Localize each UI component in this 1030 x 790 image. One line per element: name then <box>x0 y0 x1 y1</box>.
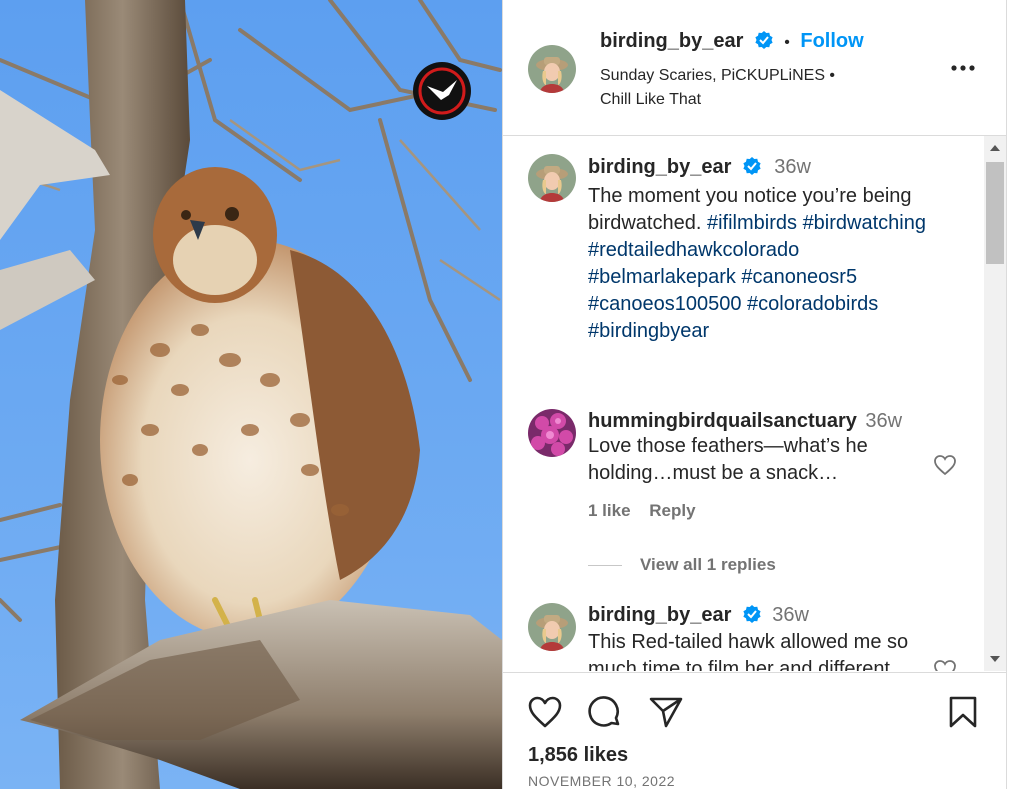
verified-badge-icon <box>742 604 762 629</box>
commenter-avatar[interactable] <box>528 603 576 651</box>
scroll-up-arrow-icon[interactable] <box>990 145 1000 151</box>
comment: hummingbirdquailsanctuary 36w Love those… <box>588 410 928 521</box>
likes-count[interactable]: 1,856 likes <box>528 744 628 767</box>
like-comment-icon[interactable] <box>933 454 957 481</box>
caption-username[interactable]: birding_by_ear <box>588 156 731 178</box>
share-icon[interactable] <box>648 695 684 734</box>
comment-age[interactable]: 36w <box>865 410 902 432</box>
separator-dot: • <box>784 34 790 51</box>
comment-username[interactable]: birding_by_ear <box>588 604 731 626</box>
scroll-down-arrow-icon[interactable] <box>990 656 1000 662</box>
scroll-thumb[interactable] <box>986 162 1004 264</box>
more-options-icon[interactable] <box>950 58 976 83</box>
comment-likes-count[interactable]: 1 like <box>588 501 631 520</box>
comment-text-line2: much time to film her and different <box>588 658 890 671</box>
post-username[interactable]: birding_by_ear <box>600 30 743 52</box>
comment: birding_by_ear 36w This Red-tailed hawk … <box>588 604 938 671</box>
like-comment-icon[interactable] <box>933 659 957 671</box>
comments-scrollbar[interactable] <box>984 136 1006 671</box>
hashtag[interactable]: #birdingbyear <box>588 320 709 342</box>
view-replies[interactable]: View all 1 replies <box>588 555 776 575</box>
verified-badge-icon <box>754 30 774 55</box>
hashtag[interactable]: #ifilmbirds <box>707 212 797 234</box>
comment-text-line2: holding…must be a snack… <box>588 462 839 484</box>
view-replies-label[interactable]: View all 1 replies <box>640 555 776 575</box>
hashtag[interactable]: #canoeos100500 <box>588 293 741 315</box>
caption: birding_by_ear 36w The moment you notice… <box>588 156 968 345</box>
hashtag[interactable]: #birdwatching <box>803 212 926 234</box>
replies-divider <box>588 564 622 566</box>
comment-icon[interactable] <box>587 695 623 736</box>
reply-button[interactable]: Reply <box>649 501 695 520</box>
commenter-avatar[interactable] <box>528 409 576 457</box>
caption-avatar[interactable] <box>528 154 576 202</box>
comment-username[interactable]: hummingbirdquailsanctuary <box>588 410 857 432</box>
comment-age[interactable]: 36w <box>772 604 809 626</box>
post-media[interactable] <box>0 0 502 789</box>
hashtag[interactable]: #coloradobirds <box>747 293 878 315</box>
avatar[interactable] <box>528 45 576 93</box>
audio-track-line2[interactable]: Chill Like That <box>600 88 835 112</box>
comments-list[interactable]: birding_by_ear 36w The moment you notice… <box>503 136 1006 671</box>
audio-track-line1[interactable]: Sunday Scaries, PiCKUPLiNES • <box>600 64 835 88</box>
comment-text-line1: Love those feathers—what’s he <box>588 435 868 457</box>
caption-age[interactable]: 36w <box>774 156 811 178</box>
verified-badge-icon <box>742 156 762 181</box>
post-date[interactable]: NOVEMBER 10, 2022 <box>528 773 675 789</box>
hashtag[interactable]: #canoneosr5 <box>741 266 857 288</box>
hashtag[interactable]: #redtailedhawkcolorado <box>588 239 799 261</box>
post-panel: birding_by_ear • Follow Sunday Scaries, … <box>502 0 1007 789</box>
ifilmbirds-logo <box>413 62 471 120</box>
heart-icon[interactable] <box>527 695 563 734</box>
follow-button[interactable]: Follow <box>800 30 863 52</box>
comment-text-line1: This Red-tailed hawk allowed me so <box>588 631 909 654</box>
hashtag[interactable]: #belmarlakepark <box>588 266 736 288</box>
post-header: birding_by_ear • Follow Sunday Scaries, … <box>503 0 1006 136</box>
save-bookmark-icon[interactable] <box>948 695 978 734</box>
